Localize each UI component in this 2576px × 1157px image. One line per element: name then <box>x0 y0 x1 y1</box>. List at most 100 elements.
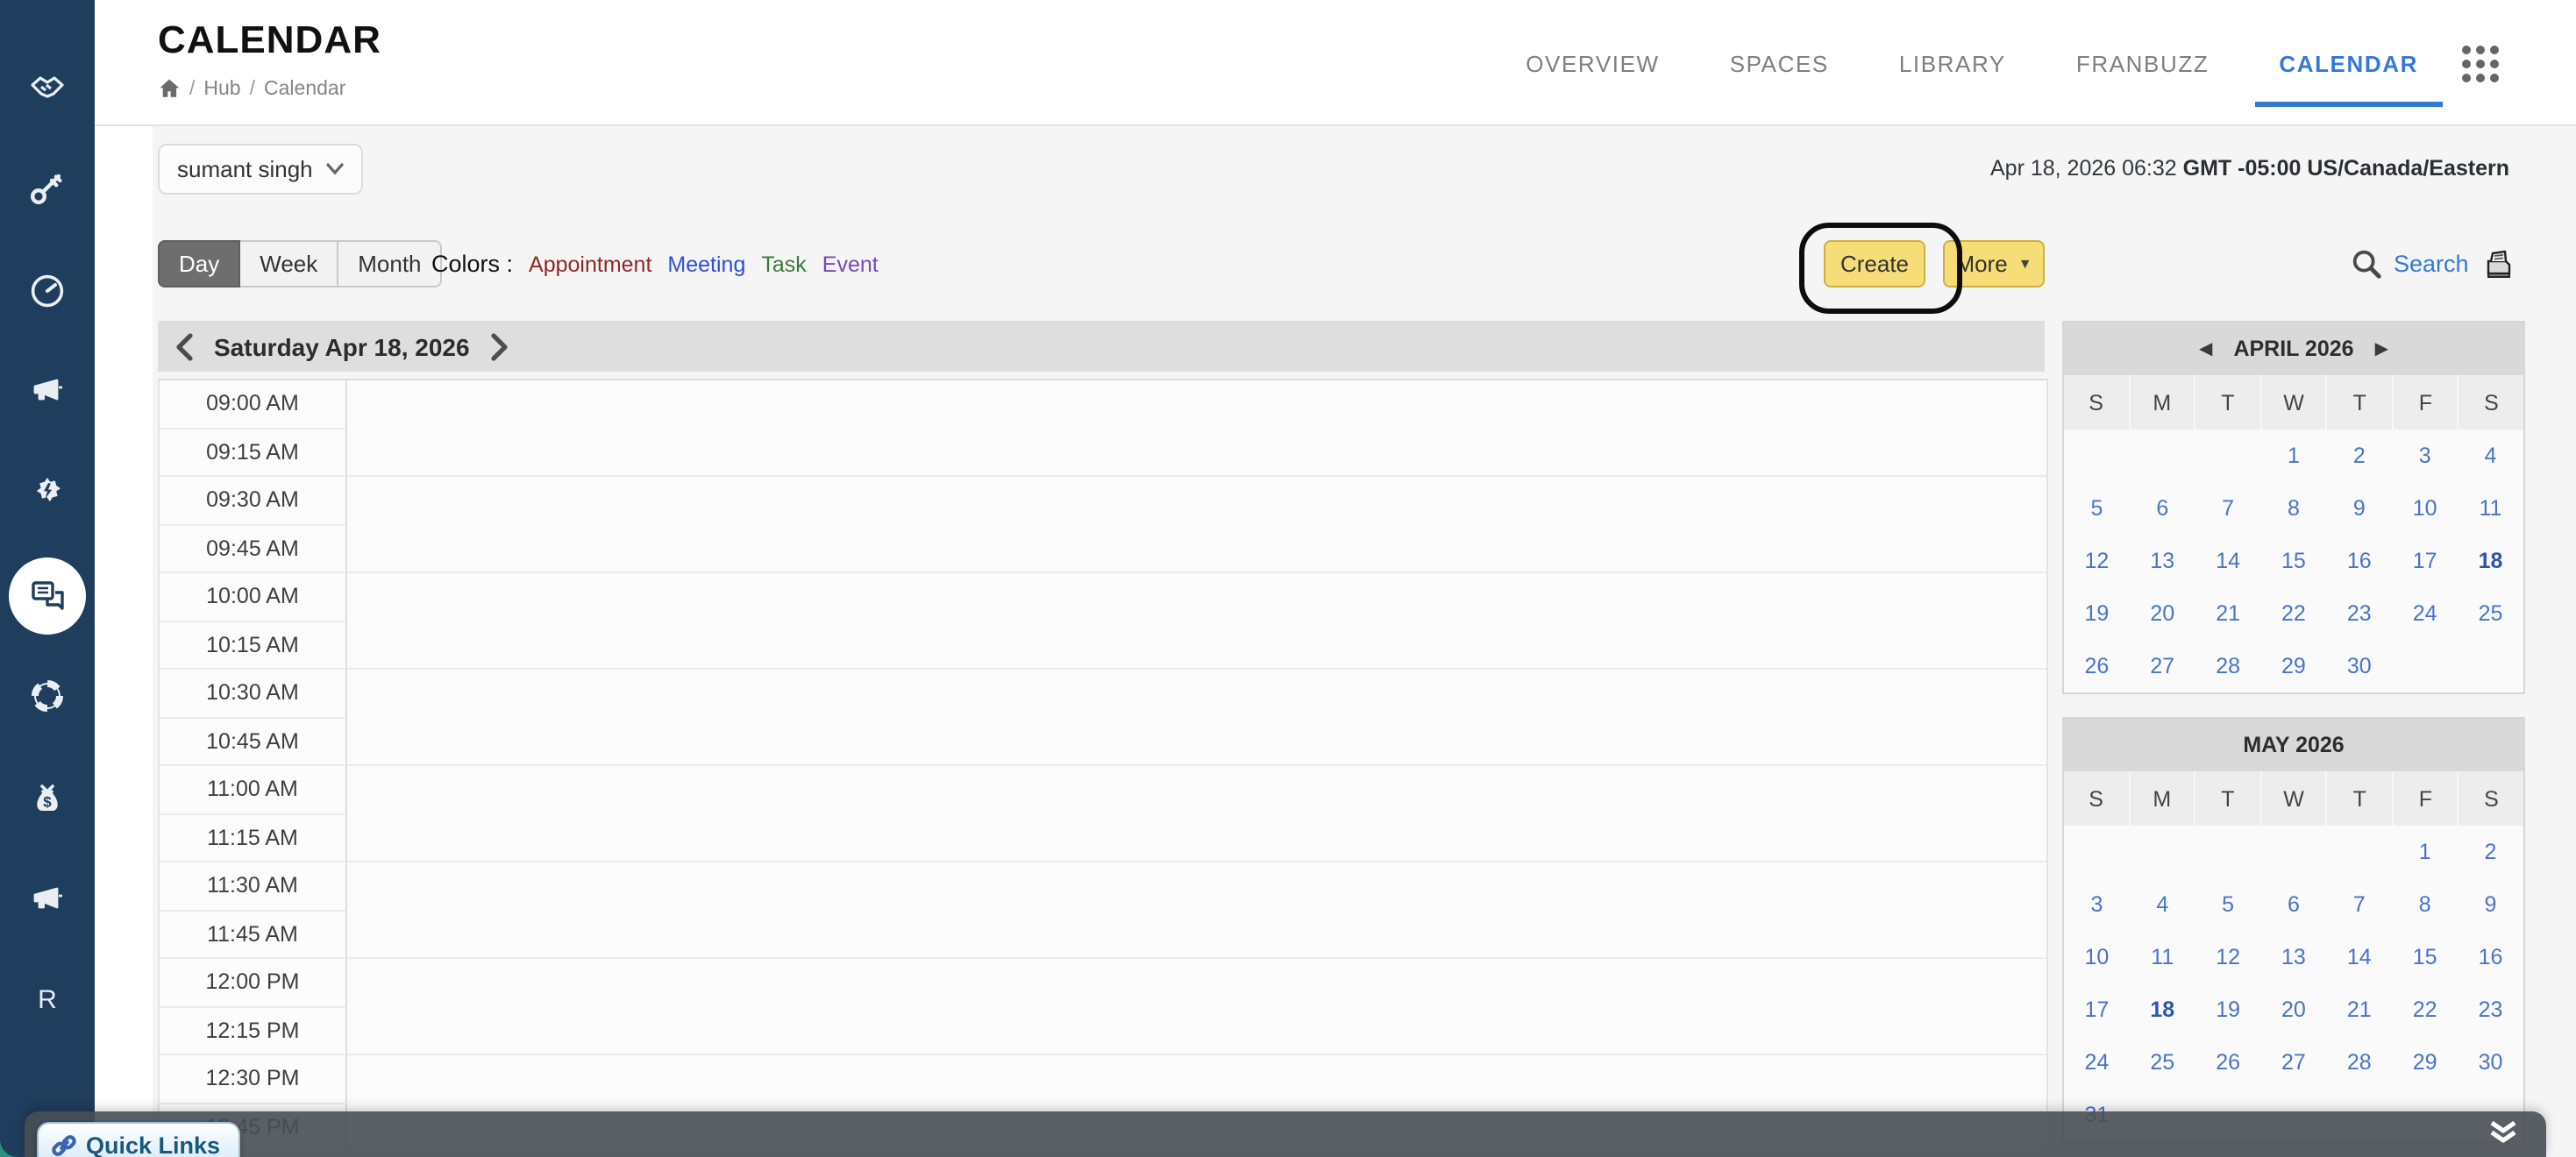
time-slot[interactable] <box>347 525 2046 573</box>
time-slot[interactable] <box>347 959 2046 1007</box>
announcement-icon[interactable] <box>26 878 68 920</box>
day-cell[interactable]: 14 <box>2326 931 2392 983</box>
day-cell[interactable]: 27 <box>2130 640 2195 692</box>
lifebuoy-icon[interactable] <box>26 675 68 717</box>
apps-grid-icon[interactable] <box>2462 46 2499 82</box>
day-cell[interactable]: 20 <box>2130 587 2195 640</box>
day-cell[interactable]: 11 <box>2130 931 2195 983</box>
time-slot[interactable] <box>347 670 2046 718</box>
money-bag-icon[interactable]: $ <box>26 778 68 820</box>
day-cell[interactable]: 13 <box>2130 535 2195 587</box>
day-cell[interactable]: 24 <box>2392 587 2458 640</box>
day-cell[interactable]: 22 <box>2261 587 2327 640</box>
day-cell[interactable]: 18 <box>2130 983 2195 1036</box>
create-button[interactable]: Create <box>1824 240 1925 287</box>
tab-overview[interactable]: OVERVIEW <box>1526 50 1659 76</box>
tab-library[interactable]: LIBRARY <box>1899 50 2006 76</box>
time-slot[interactable] <box>347 814 2046 862</box>
day-cell[interactable]: 23 <box>2326 587 2392 640</box>
day-cell[interactable]: 18 <box>2458 535 2523 587</box>
day-cell[interactable]: 7 <box>2326 878 2392 931</box>
home-icon[interactable] <box>158 77 181 100</box>
day-cell[interactable]: 11 <box>2458 482 2523 535</box>
user-select[interactable]: sumant singh <box>158 144 364 195</box>
day-cell[interactable]: 4 <box>2130 878 2195 931</box>
day-cell[interactable]: 5 <box>2064 482 2130 535</box>
day-cell[interactable]: 3 <box>2064 878 2130 931</box>
day-cell[interactable]: 16 <box>2326 535 2392 587</box>
day-cell[interactable]: 3 <box>2392 429 2458 482</box>
time-slot[interactable] <box>347 429 2046 477</box>
time-slot[interactable] <box>347 477 2046 525</box>
day-cell[interactable]: 2 <box>2458 826 2523 878</box>
view-button-week[interactable]: Week <box>240 240 339 287</box>
day-cell[interactable]: 12 <box>2064 535 2130 587</box>
day-cell[interactable]: 19 <box>2195 983 2261 1036</box>
collapse-bar-icon[interactable] <box>2488 1120 2518 1153</box>
key-icon[interactable] <box>26 168 68 210</box>
day-cell[interactable]: 5 <box>2195 878 2261 931</box>
day-cell[interactable]: 30 <box>2458 1036 2523 1089</box>
day-cell[interactable]: 27 <box>2261 1036 2327 1089</box>
day-cell[interactable]: 9 <box>2326 482 2392 535</box>
time-slot[interactable] <box>347 1055 2046 1104</box>
day-cell[interactable]: 10 <box>2064 931 2130 983</box>
time-slot[interactable] <box>347 380 2046 429</box>
day-cell[interactable]: 26 <box>2195 1036 2261 1089</box>
day-cell[interactable]: 8 <box>2261 482 2327 535</box>
day-cell[interactable]: 7 <box>2195 482 2261 535</box>
speedometer-icon[interactable] <box>26 270 68 312</box>
time-slot[interactable] <box>347 1007 2046 1055</box>
r-badge[interactable]: R <box>38 985 57 1015</box>
day-cell[interactable]: 21 <box>2195 587 2261 640</box>
more-button[interactable]: More ▼ <box>1943 240 2045 287</box>
next-month-icon[interactable]: ▶ <box>2375 339 2388 358</box>
day-cell[interactable]: 22 <box>2392 983 2458 1036</box>
day-cell[interactable]: 6 <box>2261 878 2327 931</box>
chat-icon[interactable] <box>9 557 86 635</box>
view-button-month[interactable]: Month <box>338 240 443 287</box>
day-cell[interactable]: 12 <box>2195 931 2261 983</box>
day-cell[interactable]: 16 <box>2458 931 2523 983</box>
prev-month-icon[interactable]: ◀ <box>2199 339 2212 358</box>
time-slot[interactable] <box>347 766 2046 814</box>
day-cell[interactable]: 8 <box>2392 878 2458 931</box>
gear-bolt-icon[interactable] <box>26 472 68 514</box>
day-cell[interactable]: 9 <box>2458 878 2523 931</box>
tab-franbuzz[interactable]: FRANBUZZ <box>2076 50 2209 76</box>
breadcrumb-item[interactable]: Calendar <box>264 78 345 99</box>
day-cell[interactable]: 25 <box>2130 1036 2195 1089</box>
breadcrumb-item[interactable]: Hub <box>203 78 240 99</box>
tab-spaces[interactable]: SPACES <box>1730 50 1829 76</box>
day-cell[interactable]: 29 <box>2392 1036 2458 1089</box>
time-slot[interactable] <box>347 573 2046 621</box>
day-cell[interactable]: 19 <box>2064 587 2130 640</box>
next-day-icon[interactable] <box>490 332 509 360</box>
day-cell[interactable]: 20 <box>2261 983 2327 1036</box>
day-cell[interactable]: 30 <box>2326 640 2392 692</box>
time-slot[interactable] <box>347 911 2046 959</box>
day-cell[interactable]: 2 <box>2326 429 2392 482</box>
day-cell[interactable]: 15 <box>2392 931 2458 983</box>
day-cell[interactable]: 21 <box>2326 983 2392 1036</box>
day-cell[interactable]: 6 <box>2130 482 2195 535</box>
view-button-day[interactable]: Day <box>158 240 241 287</box>
megaphone-icon[interactable] <box>26 370 68 412</box>
day-cell[interactable]: 13 <box>2261 931 2327 983</box>
day-cell[interactable]: 28 <box>2326 1036 2392 1089</box>
day-cell[interactable]: 25 <box>2458 587 2523 640</box>
day-cell[interactable]: 1 <box>2392 826 2458 878</box>
search-control[interactable]: Search <box>2350 247 2469 280</box>
day-cell[interactable]: 24 <box>2064 1036 2130 1089</box>
day-cell[interactable]: 4 <box>2458 429 2523 482</box>
day-cell[interactable]: 1 <box>2261 429 2327 482</box>
day-cell[interactable]: 17 <box>2392 535 2458 587</box>
day-cell[interactable]: 26 <box>2064 640 2130 692</box>
day-cell[interactable]: 14 <box>2195 535 2261 587</box>
day-cell[interactable]: 15 <box>2261 535 2327 587</box>
time-slot[interactable] <box>347 718 2046 766</box>
tab-calendar[interactable]: CALENDAR <box>2254 50 2444 106</box>
prev-day-icon[interactable] <box>175 332 193 360</box>
day-cell[interactable]: 17 <box>2064 983 2130 1036</box>
handshake-icon[interactable] <box>26 67 68 109</box>
